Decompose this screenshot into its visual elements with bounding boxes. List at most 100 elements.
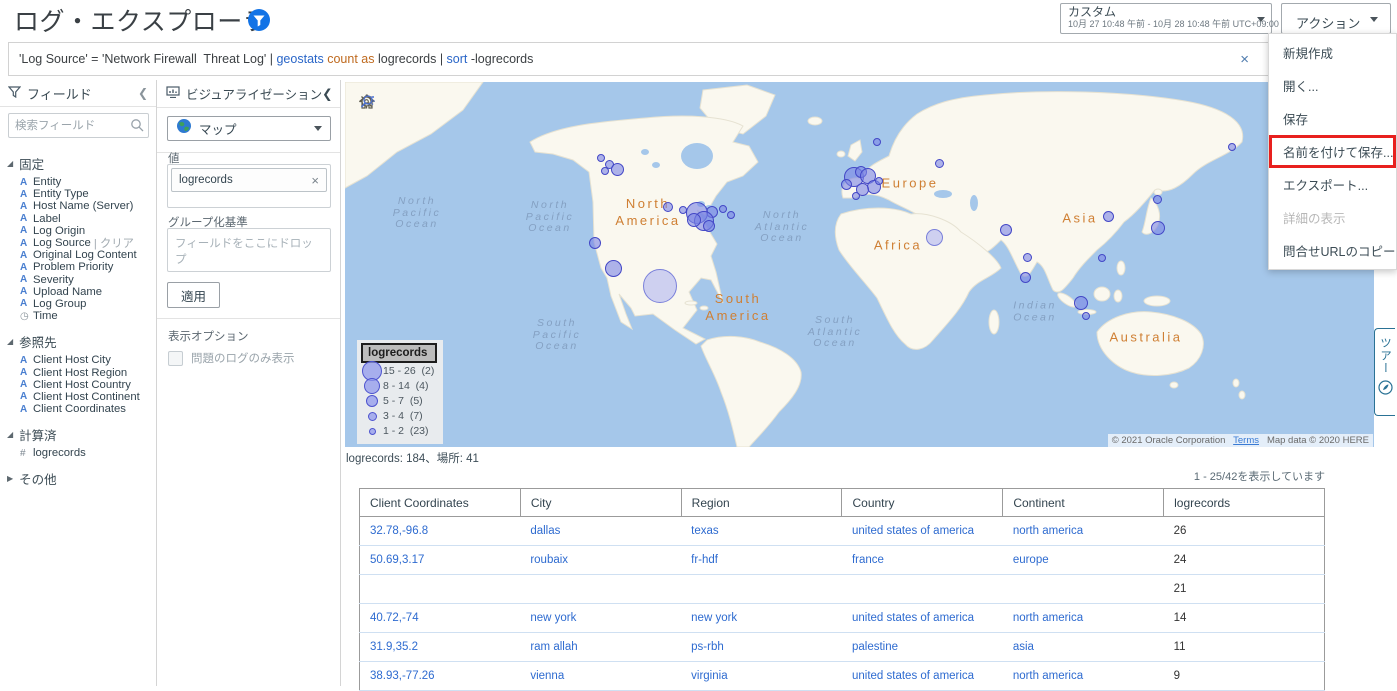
query-clear-icon[interactable]: × xyxy=(1240,51,1249,68)
table-cell-link[interactable]: europe xyxy=(1013,554,1049,566)
field-item[interactable]: AClient Host City xyxy=(0,354,157,366)
table-cell-link[interactable]: palestine xyxy=(852,641,898,653)
table-cell-link[interactable]: north america xyxy=(1013,612,1083,624)
table-cell-link[interactable]: 31.9,35.2 xyxy=(370,641,418,653)
field-section-header[interactable]: ▶その他 xyxy=(0,465,157,491)
table-cell-link[interactable]: texas xyxy=(691,525,719,537)
field-search-input[interactable] xyxy=(8,113,149,138)
value-field-box[interactable]: logrecords × xyxy=(167,164,331,208)
field-item[interactable]: ◷Time xyxy=(0,310,157,322)
zoom-to-data-icon[interactable] xyxy=(359,140,377,156)
map-bubble[interactable] xyxy=(605,260,622,277)
map-bubble[interactable] xyxy=(1228,143,1236,151)
table-cell-link[interactable]: 50.69,3.17 xyxy=(370,554,424,566)
settings-gear-icon[interactable] xyxy=(359,117,377,133)
field-item[interactable]: ALog Group xyxy=(0,298,157,310)
table-cell-link[interactable]: new york xyxy=(691,612,737,624)
map-bubble[interactable] xyxy=(1074,296,1088,310)
table-cell-link[interactable]: france xyxy=(852,554,884,566)
visualization-type-select[interactable]: マップ xyxy=(167,116,331,141)
table-cell-link[interactable]: ram allah xyxy=(530,641,577,653)
map-bubble[interactable] xyxy=(1082,312,1090,320)
action-menu-item[interactable]: エクスポート... xyxy=(1269,168,1396,201)
field-item[interactable]: AEntity xyxy=(0,176,157,188)
field-section-header[interactable]: ◢参照先 xyxy=(0,328,157,354)
action-menu-item[interactable]: 新規作成 xyxy=(1269,36,1396,69)
table-column-header[interactable]: Continent xyxy=(1003,489,1164,517)
table-cell-link[interactable]: 32.78,-96.8 xyxy=(370,525,428,537)
map-bubble[interactable] xyxy=(1020,272,1031,283)
problem-logs-checkbox[interactable] xyxy=(168,351,183,366)
query-bar[interactable]: 'Log Source' = 'Network Firewall Threat … xyxy=(8,42,1388,76)
map-bubble[interactable] xyxy=(926,229,943,246)
problem-logs-checkbox-row[interactable]: 問題のログのみ表示 xyxy=(168,350,295,366)
field-item[interactable]: AClient Host Continent xyxy=(0,391,157,403)
time-range-selector[interactable]: カスタム 10月 27 10:48 午前 - 10月 28 10:48 午前 U… xyxy=(1060,3,1272,34)
action-menu-item[interactable]: 開く... xyxy=(1269,69,1396,102)
remove-chip-icon[interactable]: × xyxy=(311,173,319,188)
apply-button[interactable]: 適用 xyxy=(167,282,220,308)
action-menu-item[interactable]: 保存 xyxy=(1269,102,1396,135)
map-bubble[interactable] xyxy=(727,211,735,219)
collapse-panel-icon[interactable]: ❮ xyxy=(138,86,148,100)
map-bubble[interactable] xyxy=(841,179,852,190)
table-column-header[interactable]: logrecords xyxy=(1164,489,1325,517)
scope-filter-icon[interactable] xyxy=(248,9,270,31)
field-item[interactable]: AHost Name (Server) xyxy=(0,200,157,212)
field-item[interactable]: AClient Host Country xyxy=(0,379,157,391)
map-bubble[interactable] xyxy=(597,154,605,162)
table-cell-link[interactable]: vienna xyxy=(530,670,564,682)
table-cell-link[interactable]: asia xyxy=(1013,641,1034,653)
table-column-header[interactable]: City xyxy=(520,489,681,517)
map-bubble[interactable] xyxy=(1153,195,1162,204)
table-cell-link[interactable]: united states of america xyxy=(852,670,974,682)
field-item[interactable]: AEntity Type xyxy=(0,188,157,200)
field-item[interactable]: AOriginal Log Content xyxy=(0,249,157,261)
map-bubble[interactable] xyxy=(643,269,677,303)
table-cell-link[interactable]: roubaix xyxy=(530,554,568,566)
legend-title[interactable]: logrecords xyxy=(361,343,437,363)
map-bubble[interactable] xyxy=(719,205,727,213)
table-cell-link[interactable]: fr-hdf xyxy=(691,554,718,566)
map-bubble[interactable] xyxy=(1103,211,1114,222)
table-cell-link[interactable]: united states of america xyxy=(852,612,974,624)
map-bubble[interactable] xyxy=(1000,224,1012,236)
map-bubble[interactable] xyxy=(1151,221,1165,235)
table-cell-link[interactable]: dallas xyxy=(530,525,560,537)
map-bubble[interactable] xyxy=(873,138,881,146)
table-cell-link[interactable]: north america xyxy=(1013,525,1083,537)
map-bubble[interactable] xyxy=(1023,253,1032,262)
field-item[interactable]: AClient Host Region xyxy=(0,366,157,378)
map-bubble[interactable] xyxy=(852,192,860,200)
map-bubble[interactable] xyxy=(1098,254,1106,262)
table-cell-link[interactable]: north america xyxy=(1013,670,1083,682)
map-bubble[interactable] xyxy=(601,167,609,175)
group-by-drop-area[interactable]: フィールドをここにドロップ xyxy=(167,228,331,272)
world-map[interactable]: North AmericaSouth AmericaEuropeAfricaAs… xyxy=(345,82,1374,447)
table-column-header[interactable]: Region xyxy=(681,489,842,517)
table-cell-link[interactable]: virginia xyxy=(691,670,727,682)
action-menu-item[interactable]: 問合せURLのコピー xyxy=(1269,234,1396,267)
actions-button[interactable]: アクション xyxy=(1281,3,1391,34)
field-item[interactable]: ALabel xyxy=(0,213,157,225)
field-item[interactable]: AClient Coordinates xyxy=(0,403,157,415)
field-item[interactable]: ALog Source | クリア xyxy=(0,237,157,249)
map-bubble[interactable] xyxy=(703,220,715,232)
table-column-header[interactable]: Client Coordinates xyxy=(360,489,521,517)
map-bubble[interactable] xyxy=(589,237,601,249)
table-cell-link[interactable]: 38.93,-77.26 xyxy=(370,670,435,682)
field-section-header[interactable]: ◢固定 xyxy=(0,150,157,176)
value-chip[interactable]: logrecords × xyxy=(171,168,327,192)
table-cell-link[interactable]: 40.72,-74 xyxy=(370,612,419,624)
table-cell-link[interactable]: new york xyxy=(530,612,576,624)
table-cell-link[interactable]: ps-rbh xyxy=(691,641,724,653)
action-menu-item[interactable]: 名前を付けて保存... xyxy=(1269,135,1396,168)
field-item[interactable]: ASeverity xyxy=(0,274,157,286)
table-column-header[interactable]: Country xyxy=(842,489,1003,517)
field-item[interactable]: AProblem Priority xyxy=(0,261,157,273)
map-bubble[interactable] xyxy=(663,202,673,212)
tour-tab[interactable]: ツアー xyxy=(1374,328,1395,416)
terms-link[interactable]: Terms xyxy=(1233,435,1259,446)
field-section-header[interactable]: ◢計算済 xyxy=(0,421,157,447)
map-bubble[interactable] xyxy=(611,163,624,176)
